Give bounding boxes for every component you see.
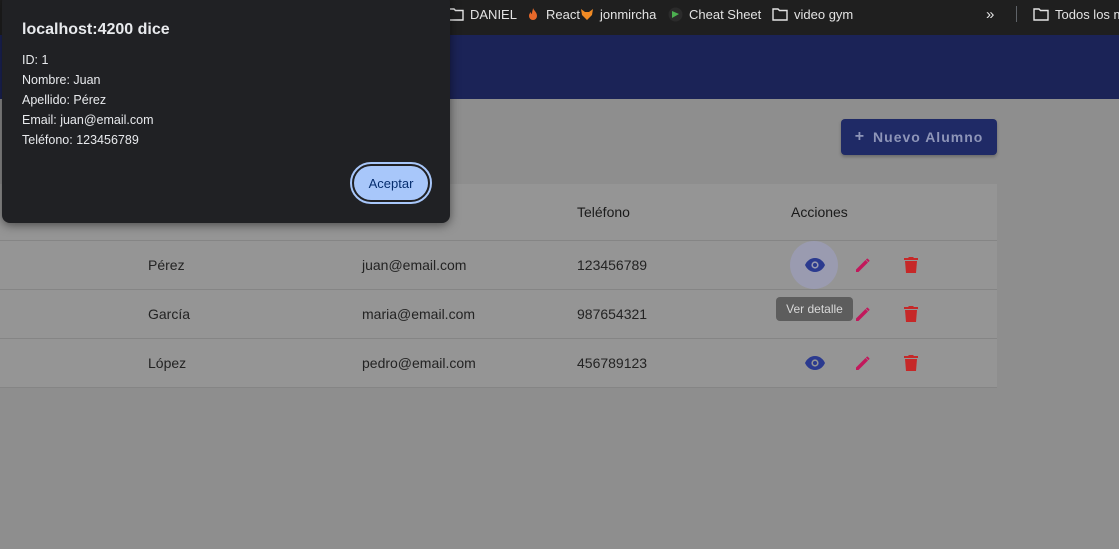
trash-icon xyxy=(904,306,918,322)
table-row: Pérez juan@email.com 123456789 xyxy=(0,241,997,290)
dialog-message-line: ID: 1 xyxy=(22,53,49,67)
cell-apellido: Pérez xyxy=(148,257,185,273)
cell-email: juan@email.com xyxy=(362,257,467,273)
eye-icon xyxy=(805,258,825,272)
all-bookmarks-button[interactable]: Todos los m xyxy=(1033,0,1119,28)
dialog-message-line: Apellido: Pérez xyxy=(22,93,107,107)
dialog-message-line: Teléfono: 123456789 xyxy=(22,133,139,147)
cell-email: pedro@email.com xyxy=(362,355,476,371)
cell-email: maria@email.com xyxy=(362,306,476,322)
bookmark-cheat-sheet[interactable]: Cheat Sheet xyxy=(668,0,761,28)
eye-icon xyxy=(805,356,825,370)
cell-apellido: López xyxy=(148,355,187,371)
bookmark-react[interactable]: React xyxy=(526,0,580,28)
dialog-title: localhost:4200 dice xyxy=(22,21,170,38)
folder-icon xyxy=(448,7,464,21)
column-header-acciones: Acciones xyxy=(791,204,848,220)
dialog-message-line: Nombre: Juan xyxy=(22,73,101,87)
bookmarks-divider xyxy=(1016,6,1017,22)
pencil-icon xyxy=(856,258,870,272)
table-row: López pedro@email.com 456789123 xyxy=(0,339,997,388)
folder-icon xyxy=(772,7,788,21)
new-student-button[interactable]: + Nuevo Alumno xyxy=(841,119,997,155)
view-button[interactable] xyxy=(803,253,827,277)
cell-telefono: 123456789 xyxy=(577,257,648,273)
edit-button[interactable] xyxy=(851,351,875,375)
pencil-icon xyxy=(856,356,870,370)
folder-icon xyxy=(1033,7,1049,21)
more-bookmarks-button[interactable]: » xyxy=(986,0,994,28)
react-fire-icon xyxy=(526,7,540,21)
trash-icon xyxy=(904,257,918,273)
cell-telefono: 456789123 xyxy=(577,355,648,371)
accept-button-label: Aceptar xyxy=(354,166,428,200)
accept-button[interactable]: Aceptar xyxy=(350,162,432,204)
bookmark-video-gym[interactable]: video gym xyxy=(772,0,853,28)
alert-dialog: localhost:4200 dice ID: 1 Nombre: Juan A… xyxy=(2,0,450,223)
cheat-sheet-icon xyxy=(668,7,683,22)
delete-button[interactable] xyxy=(899,351,923,375)
dialog-message-line: Email: juan@email.com xyxy=(22,113,154,127)
delete-button[interactable] xyxy=(899,253,923,277)
edit-button[interactable] xyxy=(851,253,875,277)
trash-icon xyxy=(904,355,918,371)
view-button[interactable] xyxy=(803,351,827,375)
delete-button[interactable] xyxy=(899,302,923,326)
bookmark-daniel[interactable]: DANIEL xyxy=(448,0,517,28)
column-header-telefono: Teléfono xyxy=(577,204,630,220)
edit-button[interactable] xyxy=(851,302,875,326)
bookmark-jonmircha[interactable]: jonmircha xyxy=(580,0,656,28)
plus-icon: + xyxy=(854,128,866,145)
fox-icon xyxy=(580,7,594,21)
cell-telefono: 987654321 xyxy=(577,306,648,322)
view-detail-tooltip: Ver detalle xyxy=(776,297,853,321)
pencil-icon xyxy=(856,307,870,321)
cell-apellido: García xyxy=(148,306,191,322)
